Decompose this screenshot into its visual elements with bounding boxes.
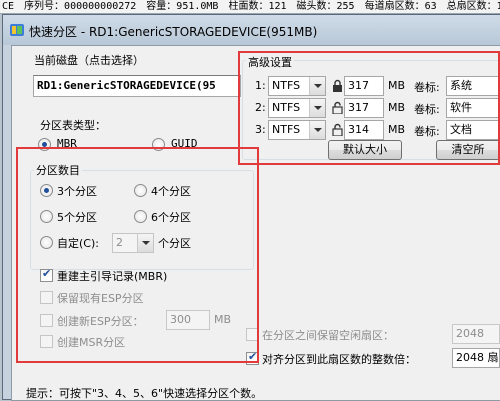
title-bar[interactable]: 快速分区 - RD1:GenericSTORAGEDEVICE(951MB) bbox=[3, 15, 500, 45]
disk-info-item: 序列号：000000000272 bbox=[24, 1, 137, 12]
keep-free-sectors-label: 在分区之间保留空闲扇区： bbox=[262, 329, 394, 342]
rebuild-mbr-label: 重建主引导记录(MBR) bbox=[57, 270, 168, 283]
filesystem-select-1[interactable]: NTFS bbox=[268, 76, 326, 96]
partition-index: 1: bbox=[255, 79, 266, 92]
chevron-down-icon bbox=[309, 99, 325, 117]
mbr-radio[interactable] bbox=[38, 138, 51, 151]
keep-free-sectors-checkbox[interactable] bbox=[246, 328, 259, 341]
partition-size-input-1[interactable]: 317 bbox=[344, 76, 384, 96]
volume-label-caption: 卷标: bbox=[414, 125, 440, 138]
guid-radio[interactable] bbox=[152, 138, 165, 151]
align-partitions-checkbox[interactable] bbox=[246, 350, 259, 365]
default-size-button[interactable]: 默认大小 bbox=[328, 140, 402, 160]
custom-partition-suffix: 个分区 bbox=[158, 237, 191, 250]
radio-custom-partitions[interactable] bbox=[40, 236, 53, 249]
partition-size-unit: MB bbox=[388, 79, 406, 92]
esp-size-input[interactable]: 300 bbox=[166, 310, 210, 330]
chevron-down-icon bbox=[137, 234, 153, 252]
volume-label-input-2[interactable]: 软件 bbox=[446, 98, 500, 118]
partition-size-input-3[interactable]: 314 bbox=[344, 120, 384, 140]
partition-size-unit: MB bbox=[388, 123, 406, 136]
create-msr-label: 创建MSR分区 bbox=[57, 336, 126, 349]
partition-index: 3: bbox=[255, 123, 266, 136]
create-esp-label: 创建新ESP分区： bbox=[57, 315, 144, 328]
app-icon bbox=[10, 24, 24, 36]
volume-label-caption: 卷标: bbox=[414, 103, 440, 116]
partition-size-unit: MB bbox=[388, 101, 406, 114]
partition-size-input-2[interactable]: 317 bbox=[344, 98, 384, 118]
radio-4-partitions[interactable] bbox=[134, 184, 147, 197]
volume-label-input-3[interactable]: 文档 bbox=[446, 120, 500, 140]
hint-text: 提示：可按下"3、4、5、6"快速选择分区个数。 bbox=[26, 387, 263, 400]
radio-5-partitions-label: 5个分区 bbox=[57, 211, 97, 224]
create-esp-checkbox[interactable] bbox=[40, 314, 53, 327]
align-sectors-select[interactable]: 2048 扇区 bbox=[452, 348, 500, 368]
disk-info-item: 总扇区数：1 bbox=[446, 1, 500, 12]
advanced-settings-label: 高级设置 bbox=[246, 54, 294, 70]
filesystem-value: NTFS bbox=[272, 123, 301, 136]
disk-info-item: 柱面数：121 bbox=[228, 1, 287, 12]
radio-3-partitions-label: 3个分区 bbox=[57, 185, 97, 198]
partition-index: 2: bbox=[255, 101, 266, 114]
volume-label-caption: 卷标: bbox=[414, 81, 440, 94]
filesystem-value: NTFS bbox=[272, 79, 301, 92]
radio-3-partitions[interactable] bbox=[40, 184, 53, 197]
align-sectors-value: 2048 扇区 bbox=[456, 351, 499, 364]
disk-info-item: CE bbox=[2, 1, 15, 12]
keep-free-sectors-input[interactable]: 2048 bbox=[452, 324, 500, 344]
clear-all-button[interactable]: 清空所 bbox=[436, 140, 500, 160]
custom-partition-count-value: 2 bbox=[116, 236, 123, 249]
rebuild-mbr-checkbox[interactable] bbox=[40, 267, 53, 282]
volume-label-input-1[interactable]: 系统 bbox=[446, 76, 500, 96]
filesystem-select-2[interactable]: NTFS bbox=[268, 98, 326, 118]
partition-count-label: 分区数目 bbox=[34, 162, 82, 178]
filesystem-select-3[interactable]: NTFS bbox=[268, 120, 326, 140]
radio-custom-label: 自定(C): bbox=[57, 237, 99, 250]
lock-closed-icon[interactable] bbox=[332, 79, 343, 92]
disk-info-item: 磁头数：255 bbox=[296, 1, 355, 12]
current-disk-field[interactable]: RD1:GenericSTORAGEDEVICE(95 bbox=[33, 75, 241, 97]
lock-open-icon[interactable] bbox=[332, 123, 343, 136]
partition-table-label: 分区表类型： bbox=[40, 119, 106, 132]
create-msr-checkbox[interactable] bbox=[40, 335, 53, 348]
disk-info-item: 每道扇区数：63 bbox=[364, 1, 437, 12]
align-partitions-label: 对齐分区到此扇区数的整数倍： bbox=[262, 353, 416, 366]
keep-esp-label: 保留现有ESP分区 bbox=[57, 292, 144, 305]
custom-partition-count-select[interactable]: 2 bbox=[112, 233, 154, 253]
mbr-radio-label: MBR bbox=[57, 137, 77, 150]
dialog-title: 快速分区 - RD1:GenericSTORAGEDEVICE(951MB) bbox=[29, 25, 318, 39]
current-disk-label: 当前磁盘（点击选择） bbox=[34, 54, 144, 67]
radio-6-partitions-label: 6个分区 bbox=[151, 211, 191, 224]
esp-size-unit: MB bbox=[214, 313, 232, 326]
guid-radio-label: GUID bbox=[171, 137, 198, 150]
disk-info-bar: CE 序列号：000000000272 容量：951.0MB 柱面数：121 磁头数：2… bbox=[0, 0, 500, 14]
filesystem-value: NTFS bbox=[272, 101, 301, 114]
chevron-down-icon bbox=[309, 77, 325, 95]
disk-info-item: 容量：951.0MB bbox=[146, 1, 219, 12]
radio-6-partitions[interactable] bbox=[134, 210, 147, 223]
keep-esp-checkbox[interactable] bbox=[40, 291, 53, 304]
chevron-down-icon bbox=[309, 121, 325, 139]
radio-5-partitions[interactable] bbox=[40, 210, 53, 223]
lock-open-icon[interactable] bbox=[332, 101, 343, 114]
radio-4-partitions-label: 4个分区 bbox=[151, 185, 191, 198]
